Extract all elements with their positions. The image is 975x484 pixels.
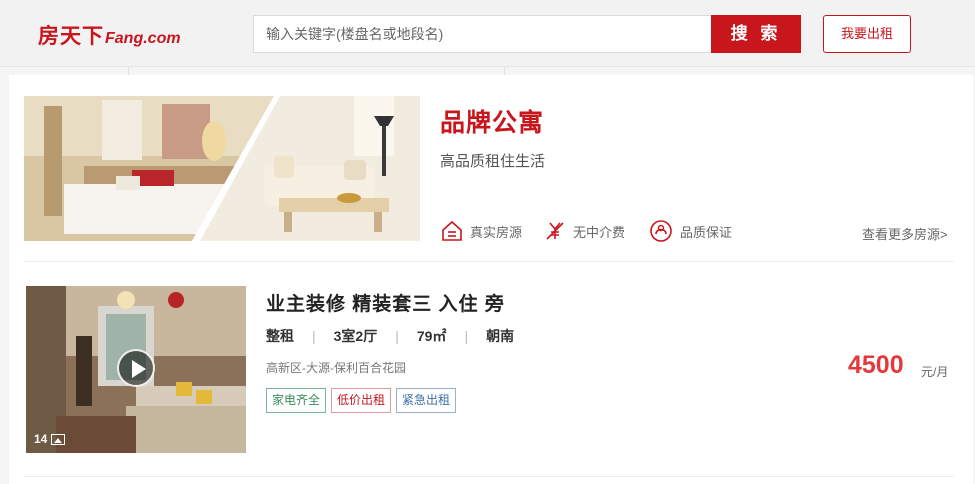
feature-real-listings: 真实房源 [440, 219, 522, 243]
brand-title[interactable]: 品牌公寓 [440, 103, 544, 139]
tab-strip [0, 67, 975, 75]
feature-label: 无中介费 [573, 224, 626, 240]
listing-title[interactable]: 业主装修 精装套三 入住 旁 [266, 289, 505, 316]
search-button[interactable]: 搜 索 [711, 15, 801, 53]
quality-icon [650, 220, 672, 242]
feature-label: 品质保证 [680, 224, 733, 240]
listing-price: 4500 [848, 351, 904, 379]
section-divider [24, 261, 954, 262]
list-rental-button[interactable]: 我要出租 [823, 15, 911, 53]
photo-count-badge[interactable]: 14 [34, 432, 66, 446]
site-logo[interactable]: 房天下 Fang.com [38, 20, 181, 50]
spec-separator: | [464, 328, 469, 344]
feature-quality-guarantee: 品质保证 [648, 219, 732, 243]
tag-urgent: 紧急出租 [396, 388, 457, 413]
brand-subtitle: 高品质租住生活 [440, 153, 546, 170]
tab-divider [128, 67, 129, 75]
room-layout: 3室2厅 [333, 328, 378, 344]
play-video-button[interactable] [117, 349, 155, 387]
listing-tags: 家电齐全 低价出租 紧急出租 [266, 388, 461, 413]
orientation: 朝南 [486, 328, 515, 344]
header: 房天下 Fang.com 输入关键字(楼盘名或地段名) 搜 索 我要出租 [0, 0, 975, 67]
spec-separator: | [395, 328, 399, 344]
feature-label: 真实房源 [470, 224, 523, 240]
tag-appliances: 家电齐全 [266, 388, 327, 413]
area: 79㎡ [416, 328, 447, 344]
price-unit: 元/月 [921, 365, 949, 379]
logo-text-en: Fang.com [105, 30, 181, 47]
logo-text-cn: 房天下 [38, 25, 104, 48]
section-divider [24, 476, 954, 477]
listing-specs: 整租 | 3室2厅 | 79㎡ | 朝南 [266, 326, 514, 346]
more-listings-link[interactable]: 查看更多房源> [862, 224, 948, 243]
brand-apartment-image[interactable] [24, 96, 420, 241]
no-fee-icon [546, 222, 564, 240]
image-icon [51, 433, 66, 445]
feature-no-agent-fee: 无中介费 [543, 219, 625, 243]
house-icon [442, 220, 462, 241]
tab-divider [504, 67, 505, 75]
listing-photo[interactable]: 14 [26, 286, 246, 453]
spec-separator: | [312, 328, 316, 344]
photo-count: 14 [34, 432, 48, 446]
tag-low-price: 低价出租 [331, 388, 392, 413]
search-input[interactable]: 输入关键字(楼盘名或地段名) [253, 15, 713, 53]
rent-type: 整租 [266, 328, 294, 344]
listing-address[interactable]: 高新区-大源-保利百合花园 [266, 359, 406, 376]
